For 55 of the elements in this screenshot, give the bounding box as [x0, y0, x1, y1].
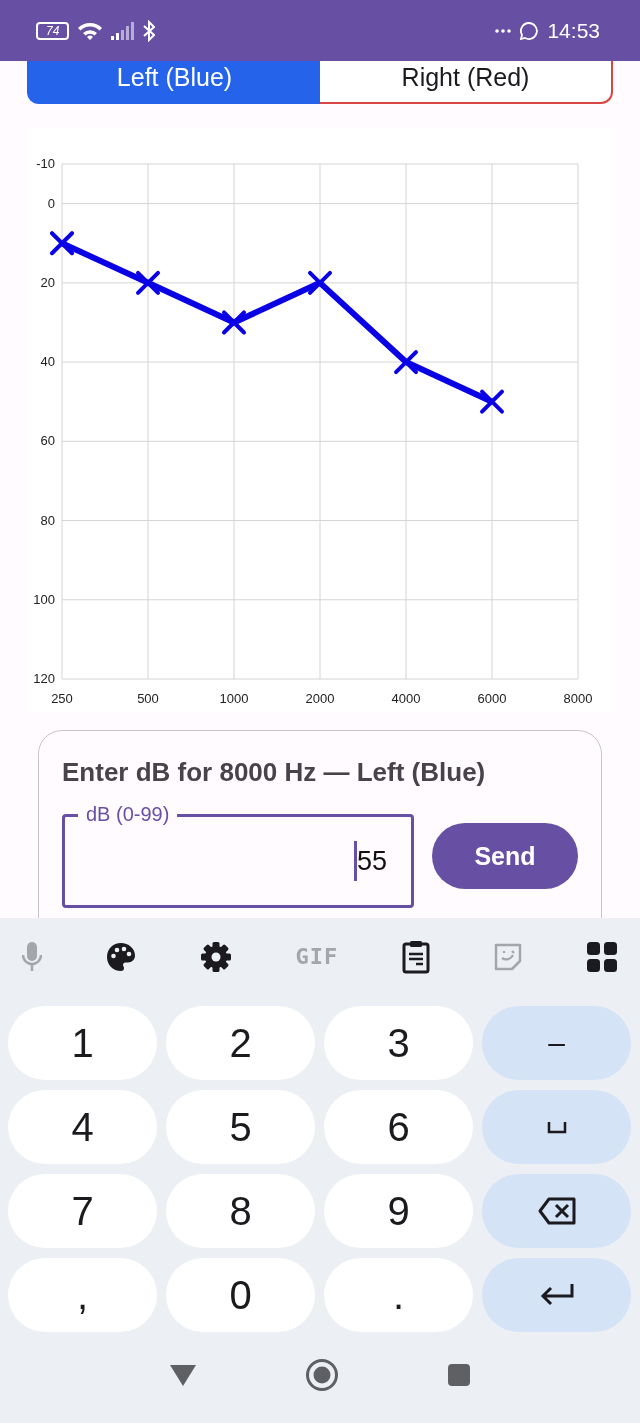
palette-icon[interactable]: [105, 940, 138, 973]
signal-icon: [111, 21, 136, 40]
x-tick-label: 1000: [219, 691, 249, 706]
x-tick-label: 8000: [563, 691, 593, 706]
chat-icon: [519, 20, 540, 41]
back-icon[interactable]: [169, 1362, 197, 1387]
y-tick-label: 120: [33, 671, 55, 686]
y-tick-label: 0: [47, 195, 55, 211]
clock-time: 14:53: [547, 18, 600, 43]
y-tick-label: 60: [40, 433, 55, 449]
bluetooth-icon: [143, 19, 156, 42]
key[interactable]: 2: [166, 1006, 315, 1080]
key[interactable]: 5: [166, 1090, 315, 1164]
key[interactable]: 0: [166, 1258, 315, 1332]
y-tick-label: 40: [40, 354, 55, 370]
wifi-icon: [77, 20, 104, 41]
y-tick-label: 80: [40, 512, 55, 528]
home-icon[interactable]: [305, 1357, 339, 1392]
key[interactable]: .: [324, 1258, 473, 1332]
x-marker: [480, 389, 504, 414]
x-marker: [394, 350, 418, 375]
more-icon: [495, 28, 512, 33]
settings-icon[interactable]: [200, 940, 233, 973]
recents-icon[interactable]: [447, 1362, 471, 1387]
battery-level: 74: [46, 23, 60, 38]
key[interactable]: 8: [166, 1174, 315, 1248]
clipboard-icon[interactable]: [401, 939, 430, 974]
key[interactable]: 9: [324, 1174, 473, 1248]
key[interactable]: 1: [8, 1006, 157, 1080]
enter-icon: [538, 1282, 575, 1308]
x-tick-label: 500: [137, 691, 159, 706]
x-tick-label: 4000: [391, 691, 421, 706]
space-icon: [546, 1120, 567, 1134]
key[interactable]: 6: [324, 1090, 473, 1164]
key[interactable]: 4: [8, 1090, 157, 1164]
key[interactable]: 3: [324, 1006, 473, 1080]
send-button[interactable]: Send: [432, 823, 578, 889]
x-tick-label: 6000: [477, 691, 507, 706]
x-marker: [308, 270, 332, 295]
x-tick-label: 2000: [305, 691, 335, 706]
tab[interactable]: Right (Red): [320, 61, 613, 104]
entry-title: Enter dB for 8000 Hz — Left (Blue): [62, 757, 487, 788]
y-tick-label: 100: [33, 591, 55, 607]
x-marker: [222, 310, 246, 335]
x-marker: [136, 270, 160, 295]
backspace-icon: [536, 1196, 577, 1226]
y-tick-label: -10: [36, 156, 55, 171]
key[interactable]: ,: [8, 1258, 157, 1332]
x-marker: [50, 231, 74, 256]
tab[interactable]: Left (Blue): [27, 61, 320, 104]
y-tick-label: 20: [40, 274, 55, 290]
key[interactable]: 7: [8, 1174, 157, 1248]
key[interactable]: –: [482, 1006, 631, 1080]
x-tick-label: 250: [51, 691, 73, 706]
apps-icon[interactable]: [585, 940, 618, 973]
